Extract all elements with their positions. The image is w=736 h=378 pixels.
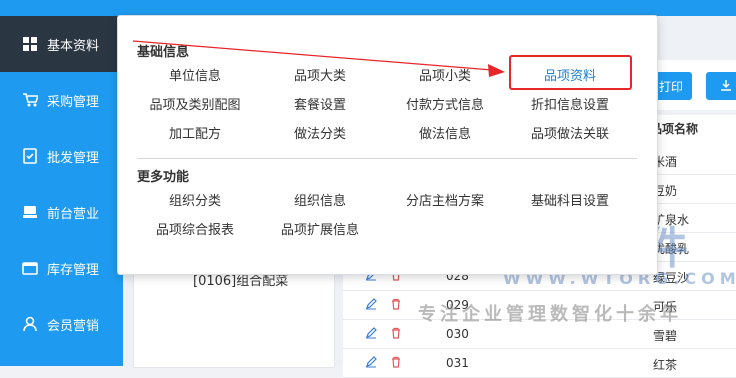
sidebar-item-label: 会员营销 xyxy=(47,318,100,334)
menu-item[interactable]: 品项做法关联 xyxy=(531,123,609,142)
section-title-basic-info: 基础信息 xyxy=(137,45,190,60)
menu-item[interactable]: 加工配方 xyxy=(169,123,221,142)
sidebar-item-wholesale[interactable]: 批发管理 xyxy=(0,128,123,184)
menu-item[interactable]: 分店主档方案 xyxy=(406,190,484,209)
sidebar-item-purchase[interactable]: 采购管理 xyxy=(0,72,123,128)
delete-icon[interactable] xyxy=(390,298,402,310)
menu-item[interactable]: 组织信息 xyxy=(294,190,346,209)
menu-item[interactable]: 品项及类别配图 xyxy=(149,94,240,113)
menu-item[interactable]: 折扣信息设置 xyxy=(531,94,609,113)
menu-item[interactable]: 品项扩展信息 xyxy=(281,219,359,238)
watermark-slogan: 专注企业管理数智化十余年 xyxy=(418,304,682,325)
menu-item[interactable]: 单位信息 xyxy=(169,65,221,84)
sidebar-item-basic-data[interactable]: 基本资料 xyxy=(0,16,123,72)
menu-item[interactable]: 品项综合报表 xyxy=(156,219,234,238)
sidebar-item-label: 库存管理 xyxy=(47,262,100,278)
section-title-more-functions: 更多功能 xyxy=(137,170,190,185)
menu-item[interactable]: 基础科目设置 xyxy=(531,190,609,209)
delete-icon[interactable] xyxy=(390,327,402,339)
menu-item[interactable]: 做法信息 xyxy=(419,123,471,142)
menu-item[interactable]: 品项小类 xyxy=(419,65,471,84)
item-name: 雪碧 xyxy=(653,329,678,343)
sidebar-item-label: 采购管理 xyxy=(47,94,100,110)
menu-item[interactable]: 套餐设置 xyxy=(294,94,346,113)
top-header-bar xyxy=(123,0,736,16)
sidebar-item-membership[interactable]: 会员营销 xyxy=(0,296,123,352)
sidebar-item-front-desk[interactable]: 前台营业 xyxy=(0,184,123,240)
section-divider xyxy=(137,158,637,159)
menu-item[interactable]: 品项资料 xyxy=(544,65,596,84)
menu-item[interactable]: 付款方式信息 xyxy=(406,94,484,113)
sidebar-item-inventory[interactable]: 库存管理 xyxy=(0,240,123,296)
sidebar-item-label: 批发管理 xyxy=(47,150,100,166)
register-icon xyxy=(22,204,38,220)
cart-icon xyxy=(22,92,38,108)
edit-icon[interactable] xyxy=(365,298,377,310)
export-button[interactable] xyxy=(706,72,736,100)
warehouse-icon xyxy=(22,260,38,276)
edit-icon[interactable] xyxy=(365,356,377,368)
table-row[interactable]: 031 红茶 xyxy=(343,349,736,378)
download-icon xyxy=(720,79,732,94)
print-button-label: 打印 xyxy=(658,79,683,94)
item-name: 红茶 xyxy=(653,358,678,372)
item-code: 031 xyxy=(446,356,469,370)
menu-item[interactable]: 组织分类 xyxy=(169,190,221,209)
menu-item[interactable]: 做法分类 xyxy=(294,123,346,142)
grid-icon xyxy=(22,36,38,52)
edit-icon[interactable] xyxy=(365,327,377,339)
item-code: 030 xyxy=(446,327,469,341)
menu-item[interactable]: 品项大类 xyxy=(294,65,346,84)
sidebar-item-label: 前台营业 xyxy=(47,206,100,222)
sidebar-item-label: 基本资料 xyxy=(47,38,100,54)
user-icon xyxy=(22,316,38,332)
check-doc-icon xyxy=(22,148,38,164)
delete-icon[interactable] xyxy=(390,356,402,368)
